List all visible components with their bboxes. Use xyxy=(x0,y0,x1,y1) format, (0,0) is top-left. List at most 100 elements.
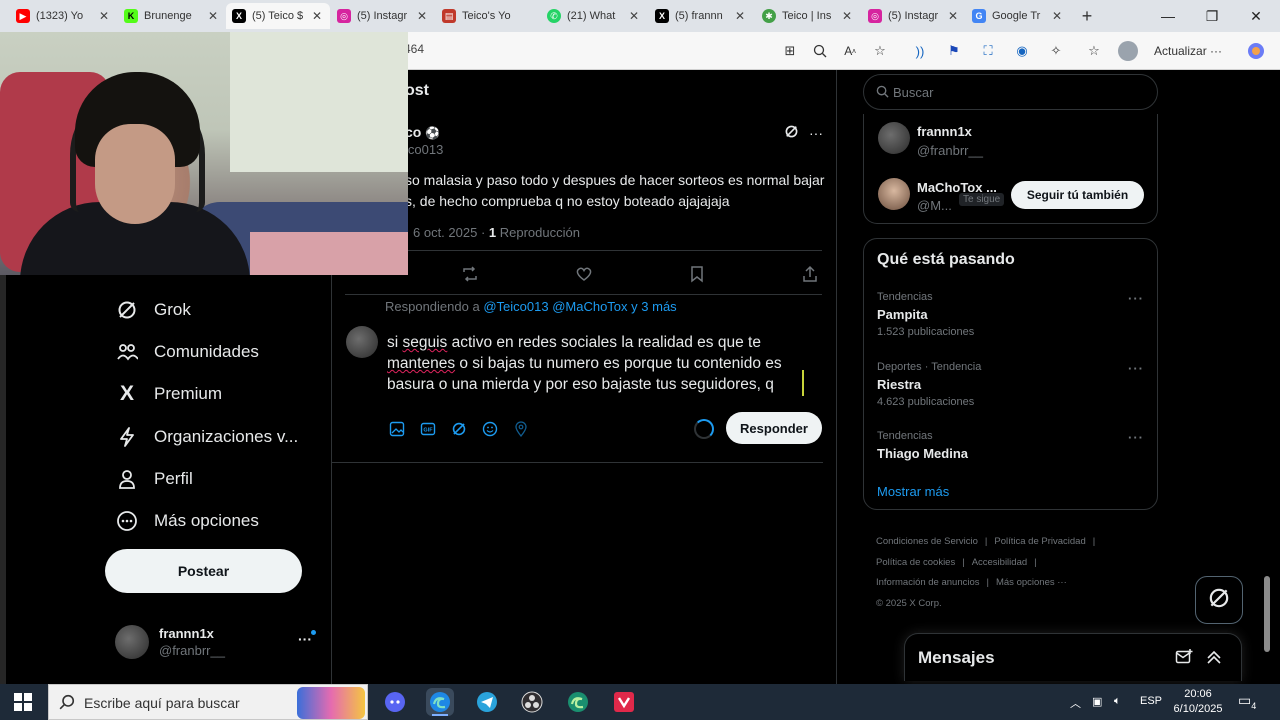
volume-icon[interactable]: 🔈︎ xyxy=(1114,695,1121,708)
bookmark-icon[interactable] xyxy=(687,264,707,284)
vegas-icon[interactable] xyxy=(610,688,638,716)
close-tab-icon[interactable]: ✕ xyxy=(733,9,747,23)
apps-icon[interactable]: ⊞ xyxy=(781,42,799,60)
reply-textarea[interactable]: si seguis activo en redes sociales la re… xyxy=(387,332,827,395)
close-tab-icon[interactable]: ✕ xyxy=(415,9,429,23)
tab-instagram-2[interactable]: ◎ (5) Instagr ✕ xyxy=(862,3,966,29)
emoji-icon[interactable] xyxy=(481,420,499,438)
clock[interactable]: 20:06 6/10/2025 xyxy=(1172,687,1224,717)
close-window-button[interactable]: ✕ xyxy=(1236,5,1276,27)
follow-back-button[interactable]: Seguir tú también xyxy=(1011,181,1144,209)
tab-whatsapp[interactable]: ✆ (21) What ✕ xyxy=(541,3,647,29)
close-tab-icon[interactable]: ✕ xyxy=(946,9,960,23)
obs-icon[interactable] xyxy=(518,688,546,716)
mention-more-link[interactable]: y 3 más xyxy=(631,299,677,314)
account-switcher[interactable]: frannn1x @franbrr__ ··· xyxy=(115,623,320,663)
extensions-puzzle-icon[interactable]: ✧ xyxy=(1047,42,1065,60)
copilot-icon[interactable] xyxy=(1247,42,1265,60)
windows-start-icon[interactable] xyxy=(14,693,32,711)
share-icon[interactable] xyxy=(800,264,820,284)
edge-dev-icon[interactable] xyxy=(564,688,592,716)
close-tab-icon[interactable]: ✕ xyxy=(840,9,854,23)
tray-chevron-up-icon[interactable]: ︿ xyxy=(1070,695,1081,711)
grok-icon[interactable] xyxy=(784,124,799,142)
profile-avatar[interactable] xyxy=(1118,41,1138,61)
more-options-link[interactable]: Más opciones ··· xyxy=(996,577,1067,588)
telegram-icon[interactable] xyxy=(473,688,501,716)
nav-grok[interactable]: Grok xyxy=(116,295,191,325)
tab-youtube-studio[interactable]: ▤ Teico's Yo xyxy=(436,3,540,29)
tab-x-profile[interactable]: X (5) frannn ✕ xyxy=(649,3,753,29)
repost-icon[interactable] xyxy=(460,264,480,284)
close-tab-icon[interactable]: ✕ xyxy=(1050,9,1064,23)
cookies-link[interactable]: Política de cookies xyxy=(876,557,955,568)
page-scrollbar[interactable] xyxy=(1262,70,1272,684)
grok-button[interactable] xyxy=(1195,576,1243,624)
tab-linktree[interactable]: ✱ Teico | Ins ✕ xyxy=(756,3,860,29)
restore-button[interactable]: ❐ xyxy=(1192,5,1232,27)
new-tab-button[interactable]: + xyxy=(1076,5,1098,27)
tab-youtube[interactable]: ▶ (1323) Yo ✕ xyxy=(10,3,117,29)
mention-link[interactable]: @Teico013 xyxy=(483,299,548,314)
update-button[interactable]: Actualizar ··· xyxy=(1148,41,1228,61)
terms-link[interactable]: Condiciones de Servicio xyxy=(876,536,978,547)
nav-premium[interactable]: X Premium xyxy=(116,379,222,409)
avatar xyxy=(346,326,378,358)
more-icon[interactable]: ··· xyxy=(809,125,823,141)
accessibility-link[interactable]: Accesibilidad xyxy=(972,557,1027,568)
user-name[interactable]: frannn1x xyxy=(917,124,972,139)
more-icon[interactable]: ··· xyxy=(1128,430,1144,445)
post-author-name[interactable]: co ⚽ xyxy=(405,124,440,140)
favorite-star-icon[interactable]: ☆ xyxy=(871,42,889,60)
instagram-icon: ◎ xyxy=(868,9,882,23)
google-translate-icon: G xyxy=(972,9,986,23)
show-more-link[interactable]: Mostrar más xyxy=(877,484,949,499)
close-tab-icon[interactable]: ✕ xyxy=(310,9,324,23)
tab-kick[interactable]: K Brunenge ✕ xyxy=(118,3,226,29)
more-icon[interactable]: ··· xyxy=(1128,291,1144,306)
extension-flag-icon[interactable]: ⚑ xyxy=(945,42,963,60)
tab-x-active[interactable]: X (5) Teico $ ✕ xyxy=(226,3,330,29)
extension-wave-icon[interactable]: )) xyxy=(911,42,929,60)
screenshot-icon[interactable]: ⛶ xyxy=(979,42,997,60)
divider xyxy=(345,294,822,295)
messages-drawer[interactable]: Mensajes xyxy=(904,633,1242,681)
search-input[interactable]: Buscar xyxy=(863,74,1158,110)
grok-icon[interactable] xyxy=(450,420,468,438)
more-icon[interactable]: ··· xyxy=(1128,361,1144,376)
image-icon[interactable] xyxy=(388,420,406,438)
nav-profile[interactable]: Perfil xyxy=(116,464,193,494)
ads-info-link[interactable]: Información de anuncios xyxy=(876,577,980,588)
like-icon[interactable] xyxy=(574,264,594,284)
post-button[interactable]: Postear xyxy=(105,549,302,593)
gif-icon[interactable]: GIF xyxy=(419,420,437,438)
tab-instagram[interactable]: ◎ (5) Instagr ✕ xyxy=(331,3,435,29)
taskbar-search-input[interactable]: Escribe aquí para buscar xyxy=(48,684,368,720)
network-icon[interactable]: ▣ xyxy=(1092,695,1102,708)
close-tab-icon[interactable]: ✕ xyxy=(627,9,641,23)
nav-organizations[interactable]: Organizaciones v... xyxy=(116,422,298,452)
language-indicator[interactable]: ESP xyxy=(1140,695,1162,707)
post-author-handle[interactable]: ico013 xyxy=(405,142,443,157)
expand-up-icon[interactable] xyxy=(1205,648,1223,671)
location-icon[interactable] xyxy=(512,420,530,438)
read-aloud-icon[interactable]: Aʌ xyxy=(841,42,859,60)
new-message-icon[interactable] xyxy=(1175,648,1193,671)
close-tab-icon[interactable]: ✕ xyxy=(206,9,220,23)
notifications-icon[interactable]: ▭4 xyxy=(1238,692,1256,711)
scrollbar-thumb[interactable] xyxy=(1264,576,1270,652)
mention-link[interactable]: @MaChoTox xyxy=(552,299,627,314)
collections-icon[interactable]: ☆ xyxy=(1085,42,1103,60)
privacy-link[interactable]: Política de Privacidad xyxy=(994,536,1085,547)
analytics-icon: ▤ xyxy=(442,9,456,23)
close-tab-icon[interactable]: ✕ xyxy=(97,9,111,23)
zoom-icon[interactable] xyxy=(811,42,829,60)
tab-google-translate[interactable]: G Google Tr ✕ xyxy=(966,3,1070,29)
discord-icon[interactable] xyxy=(381,688,409,716)
minimize-button[interactable]: — xyxy=(1148,5,1188,27)
extension-circle-icon[interactable]: ◉ xyxy=(1013,42,1031,60)
reply-button[interactable]: Responder xyxy=(726,412,822,444)
edge-icon[interactable] xyxy=(426,688,454,716)
nav-communities[interactable]: Comunidades xyxy=(116,337,259,367)
nav-more-options[interactable]: Más opciones xyxy=(116,506,259,536)
